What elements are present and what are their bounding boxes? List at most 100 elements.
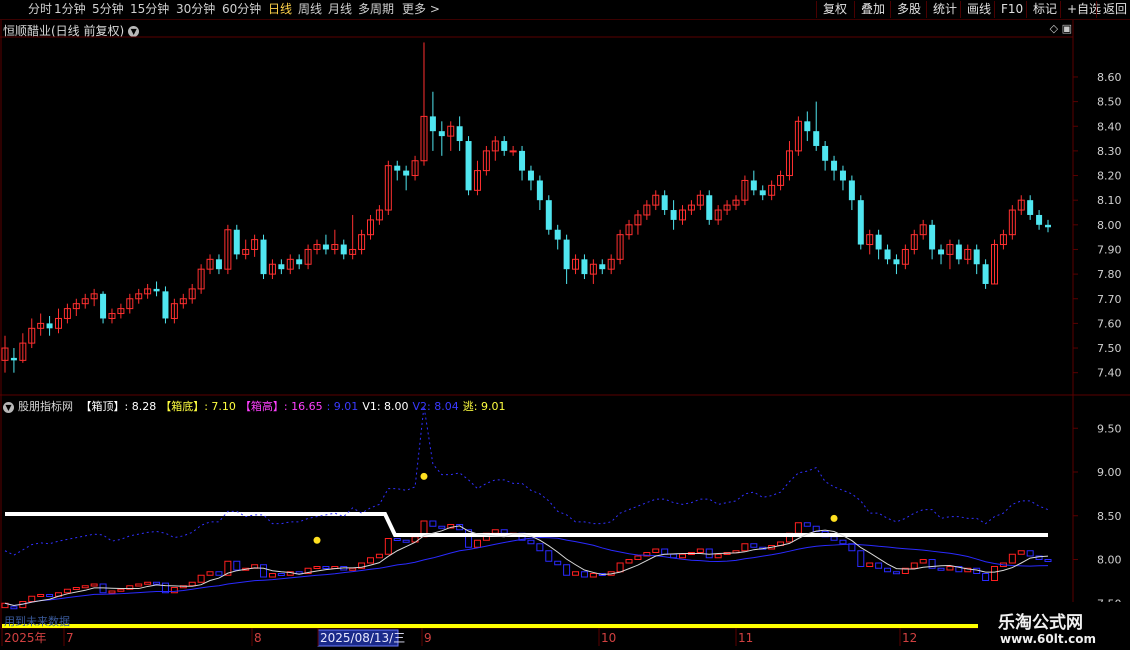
candle-body-93: [831, 160, 838, 171]
candle-body-31: [278, 264, 285, 270]
candle-body-29: [260, 239, 267, 275]
candle-body-75: [670, 210, 677, 220]
candle-body-63: [563, 239, 570, 270]
ind-candle-55: [491, 529, 499, 534]
future-data-note: 用到未来数据: [4, 615, 70, 628]
candle-body-79: [706, 195, 713, 220]
candle-body-74: [661, 195, 668, 211]
date-label-5: 10: [601, 631, 616, 645]
candle-body-60: [536, 180, 543, 201]
candle-body-44: [394, 165, 401, 171]
candle-body-62: [554, 229, 561, 240]
chart-canvas[interactable]: 8.60 8.50 8.40 8.30 8.20 8.10 8.00 7.90 7.80 7.70…: [0, 0, 1130, 650]
price-label-3: 8.30: [1097, 145, 1122, 158]
candle-body-18: [162, 291, 169, 319]
ind-candle-48: [429, 520, 437, 527]
candle-body-84: [750, 180, 757, 191]
ind-candle-83: [741, 543, 749, 552]
ind-label-3: 8.00: [1097, 554, 1122, 567]
date-label-0: 2025年: [4, 631, 47, 645]
ind-candle-73: [652, 548, 660, 553]
indicator-chevron-icon[interactable]: ▼: [3, 401, 14, 413]
ind-candle-3: [28, 595, 36, 602]
ind-candle-65: [580, 571, 588, 578]
ind-candle-102: [910, 562, 918, 569]
candle-body-1: [10, 357, 17, 361]
date-label-6: 11: [738, 631, 753, 645]
ind-candle-106: [946, 566, 954, 571]
ind-candle-16: [144, 581, 152, 585]
candle-body-33: [296, 259, 303, 265]
ind-candle-12: [108, 590, 116, 594]
ind-candle-80: [714, 553, 722, 559]
date-label-2: 8: [254, 631, 262, 645]
price-label-11: 7.50: [1097, 342, 1122, 355]
ind-candle-4: [37, 594, 45, 597]
candle-body-85: [759, 190, 766, 196]
ind-candle-44: [393, 538, 401, 541]
candle-body-91: [813, 131, 820, 146]
candle-body-56: [501, 141, 508, 151]
signal-dot-2: [830, 514, 838, 522]
ind-candle-69: [616, 562, 624, 573]
candle-body-52: [465, 141, 472, 191]
price-label-5: 8.10: [1097, 194, 1122, 207]
ind-candle-17: [153, 581, 161, 585]
signal-dot-0: [313, 536, 321, 544]
candle-body-96: [857, 200, 864, 245]
ind-candle-13: [117, 588, 125, 592]
ind-candle-84: [750, 543, 758, 548]
ind-candle-63: [563, 564, 571, 576]
ind-candle-9: [81, 585, 89, 589]
candle-body-17: [153, 288, 160, 292]
candle-body-100: [893, 259, 900, 265]
ind-candle-114: [1017, 550, 1025, 555]
price-label-6: 8.00: [1097, 219, 1122, 232]
indicator-value-6: 逃: 9.01: [462, 400, 506, 413]
candle-body-90: [804, 121, 811, 132]
ind-candle-35: [313, 566, 321, 569]
ind-candle-39: [349, 567, 357, 571]
ind-candle-113: [1008, 553, 1016, 564]
ind-candle-64: [572, 571, 580, 576]
ind-candle-15: [135, 583, 143, 587]
ind-candle-24: [215, 571, 223, 576]
watermark-title: 乐淘公式网: [998, 613, 1083, 633]
candle-body-99: [884, 249, 891, 260]
ind-candle-110: [982, 573, 990, 581]
indicator-name[interactable]: 股朋指标网: [18, 400, 73, 413]
price-label-12: 7.40: [1097, 367, 1122, 380]
candle-body-48: [429, 116, 436, 132]
candle-body-109: [973, 249, 980, 265]
ind-candle-71: [634, 555, 642, 560]
ind-candle-22: [197, 574, 205, 583]
candle-body-26: [233, 229, 240, 255]
candle-body-67: [599, 264, 606, 270]
ind-candle-8: [72, 587, 80, 590]
ind-candle-90: [803, 522, 811, 527]
candle-body-57: [509, 150, 517, 153]
price-label-7: 7.90: [1097, 243, 1122, 256]
ind-candle-105: [937, 567, 945, 571]
ind-candle-23: [206, 571, 214, 576]
ind-candle-111: [991, 566, 999, 581]
ind-candle-29: [260, 564, 268, 578]
date-label-4: 9: [424, 631, 432, 645]
ind-candle-75: [670, 553, 678, 559]
ind-candle-59: [527, 539, 535, 545]
price-label-9: 7.70: [1097, 293, 1122, 306]
indicator-value-0: 【箱顶】: 8.28: [80, 400, 157, 413]
ind-candle-45: [402, 539, 410, 543]
bottom-yellow-bar: [2, 624, 978, 628]
candle-body-115: [1027, 200, 1034, 215]
candle-body-105: [938, 249, 945, 255]
ind-label-0: 9.50: [1097, 422, 1122, 435]
candle-body-59: [527, 170, 534, 181]
ind-candle-42: [375, 553, 383, 559]
ind-candle-117: [1044, 559, 1052, 562]
candle-body-36: [322, 244, 329, 250]
indicator-value-2: 【箱高】: 16.65: [239, 400, 323, 413]
ind-candle-60: [536, 543, 544, 552]
price-label-10: 7.60: [1097, 317, 1122, 330]
ind-candle-89: [794, 522, 802, 534]
